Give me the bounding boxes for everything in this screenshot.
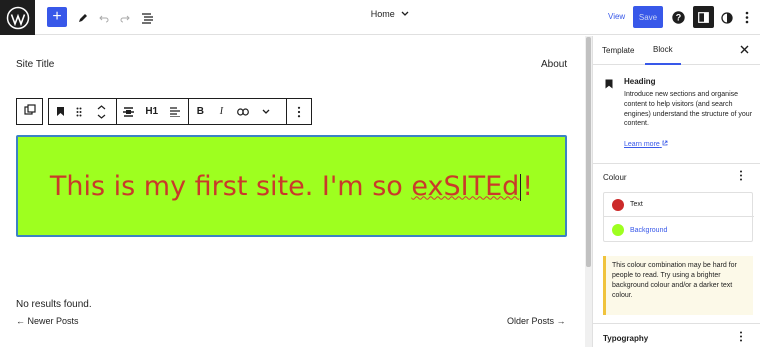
save-button[interactable]: Save	[633, 6, 663, 28]
heading-text-end: !	[522, 170, 534, 202]
options-kebab-icon[interactable]	[742, 7, 752, 28]
settings-sidebar: Template Block Heading Introduce new sec…	[592, 36, 760, 347]
text-colour-swatch	[612, 198, 624, 211]
wordpress-logo-icon[interactable]	[0, 0, 35, 35]
settings-sidebar-toggle-icon[interactable]	[693, 6, 714, 28]
help-icon[interactable]: ?	[671, 7, 685, 28]
tab-template[interactable]: Template	[602, 36, 634, 65]
more-formats-chevron-down-icon[interactable]	[255, 99, 277, 124]
undo-icon[interactable]	[97, 7, 111, 28]
external-link-icon	[662, 140, 668, 148]
canvas-scrollbar-thumb[interactable]	[586, 37, 591, 267]
drag-handle-icon[interactable]	[71, 99, 87, 124]
colour-settings-list: Text Background	[603, 192, 754, 242]
group-icon	[23, 103, 36, 121]
block-options-kebab-icon[interactable]	[287, 99, 311, 124]
misspelled-word: exSITEd	[411, 170, 520, 202]
document-overview-icon[interactable]	[139, 7, 155, 28]
redo-icon[interactable]	[118, 7, 132, 28]
move-up-down-icon[interactable]	[87, 99, 115, 124]
svg-text:?: ?	[675, 13, 681, 23]
block-toolbar: H1 B I	[48, 98, 312, 125]
heading-level-button[interactable]: H1	[141, 99, 163, 124]
nav-link-about[interactable]: About	[541, 59, 567, 70]
document-title: Home	[370, 9, 395, 19]
view-button[interactable]: View	[608, 12, 625, 21]
editor-top-bar: + Home View Save ?	[0, 0, 760, 35]
close-icon[interactable]	[740, 43, 749, 57]
bookmark-icon	[605, 76, 613, 94]
colour-item-background[interactable]: Background	[604, 218, 754, 242]
colour-options-kebab-icon[interactable]	[739, 170, 743, 184]
align-icon[interactable]	[117, 99, 141, 124]
bookmark-icon[interactable]	[49, 99, 71, 124]
contrast-warning: This colour combination may be hard for …	[603, 256, 753, 315]
typography-options-kebab-icon[interactable]	[739, 331, 743, 345]
colour-panel: Colour Text Background This colour combi…	[593, 165, 760, 361]
link-icon[interactable]	[231, 99, 255, 124]
pencil-icon[interactable]	[76, 7, 90, 28]
parent-block-selector[interactable]	[16, 98, 43, 125]
tab-block[interactable]: Block	[645, 36, 681, 65]
text-align-icon[interactable]	[163, 99, 187, 124]
colour-item-label: Text	[630, 201, 643, 208]
block-card-title: Heading	[624, 77, 656, 86]
heading-block[interactable]: This is my first site. I'm so exSITEd!	[16, 135, 567, 237]
background-colour-swatch	[612, 224, 624, 236]
italic-button[interactable]: I	[211, 99, 231, 124]
add-block-button[interactable]: +	[47, 7, 67, 27]
block-card: Heading Introduce new sections and organ…	[593, 66, 760, 164]
divider	[593, 323, 760, 324]
no-results-text: No results found.	[16, 299, 92, 310]
older-posts-link[interactable]: Older Posts →	[507, 316, 566, 326]
styles-half-circle-icon[interactable]	[720, 7, 734, 28]
bold-button[interactable]: B	[189, 99, 211, 124]
block-card-description: Introduce new sections and organise cont…	[624, 91, 753, 128]
learn-more-label: Learn more	[624, 141, 660, 148]
editor-canvas: Site Title About H1 B I This is my first…	[0, 36, 585, 347]
heading-text[interactable]: This is my first site. I'm so exSITEd!	[50, 171, 533, 202]
document-title-dropdown[interactable]: Home	[340, 9, 440, 19]
colour-item-label: Background	[630, 226, 668, 234]
heading-text-main: This is my first site. I'm so	[49, 170, 412, 202]
colour-item-text[interactable]: Text	[604, 193, 754, 217]
chevron-down-icon	[401, 9, 409, 19]
learn-more-link[interactable]: Learn more	[624, 140, 668, 148]
site-title[interactable]: Site Title	[16, 59, 54, 70]
colour-panel-title: Colour	[603, 173, 627, 182]
newer-posts-link[interactable]: ← Newer Posts	[16, 316, 79, 326]
typography-panel-title[interactable]: Typography	[603, 334, 648, 343]
sidebar-tabs: Template Block	[593, 36, 760, 65]
